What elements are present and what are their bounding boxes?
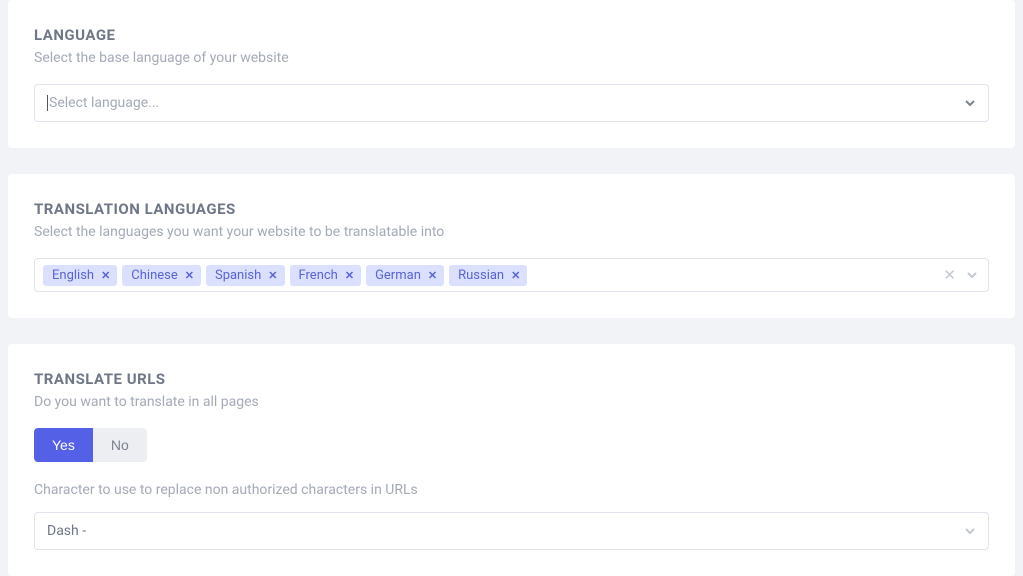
remove-chip-icon[interactable]: ✕ xyxy=(101,269,110,282)
chip-label: German xyxy=(375,268,421,283)
urls-subtitle: Do you want to translate in all pages xyxy=(34,394,989,410)
language-chip[interactable]: Russian ✕ xyxy=(449,265,527,286)
no-button[interactable]: No xyxy=(93,428,147,462)
chip-label: Chinese xyxy=(131,268,177,283)
translation-languages-card: TRANSLATION LANGUAGES Select the languag… xyxy=(8,174,1015,318)
remove-chip-icon[interactable]: ✕ xyxy=(511,269,520,282)
translation-subtitle: Select the languages you want your websi… xyxy=(34,224,989,240)
chevron-down-icon xyxy=(964,525,976,537)
base-language-select[interactable]: Select language... xyxy=(34,84,989,122)
base-language-placeholder: Select language... xyxy=(49,95,159,111)
remove-chip-icon[interactable]: ✕ xyxy=(268,269,277,282)
translation-languages-multiselect[interactable]: English ✕ Chinese ✕ Spanish ✕ French ✕ G… xyxy=(34,258,989,292)
replacement-char-value: Dash - xyxy=(47,523,86,539)
replacement-char-label: Character to use to replace non authoriz… xyxy=(34,482,989,498)
remove-chip-icon[interactable]: ✕ xyxy=(345,269,354,282)
replacement-char-select[interactable]: Dash - xyxy=(34,512,989,550)
urls-title: TRANSLATE URLS xyxy=(34,370,989,388)
language-chip[interactable]: Chinese ✕ xyxy=(122,265,201,286)
chip-label: French xyxy=(299,268,338,283)
chip-label: Spanish xyxy=(215,268,261,283)
translate-urls-card: TRANSLATE URLS Do you want to translate … xyxy=(8,344,1015,576)
translation-title: TRANSLATION LANGUAGES xyxy=(34,200,989,218)
clear-all-icon[interactable]: ✕ xyxy=(943,266,956,284)
chip-label: English xyxy=(52,268,94,283)
language-chip[interactable]: Spanish ✕ xyxy=(206,265,285,286)
language-subtitle: Select the base language of your website xyxy=(34,50,989,66)
language-card: LANGUAGE Select the base language of you… xyxy=(8,0,1015,148)
chevron-down-icon[interactable] xyxy=(966,269,978,281)
translate-urls-toggle: Yes No xyxy=(34,428,147,462)
language-title: LANGUAGE xyxy=(34,26,989,44)
yes-button[interactable]: Yes xyxy=(34,428,93,462)
chip-label: Russian xyxy=(458,268,504,283)
remove-chip-icon[interactable]: ✕ xyxy=(185,269,194,282)
text-cursor xyxy=(47,95,48,111)
language-chip[interactable]: French ✕ xyxy=(290,265,362,286)
multiselect-controls: ✕ xyxy=(943,266,978,284)
remove-chip-icon[interactable]: ✕ xyxy=(428,269,437,282)
chevron-down-icon xyxy=(964,97,976,109)
language-chip[interactable]: English ✕ xyxy=(43,265,117,286)
language-chip[interactable]: German ✕ xyxy=(366,265,444,286)
